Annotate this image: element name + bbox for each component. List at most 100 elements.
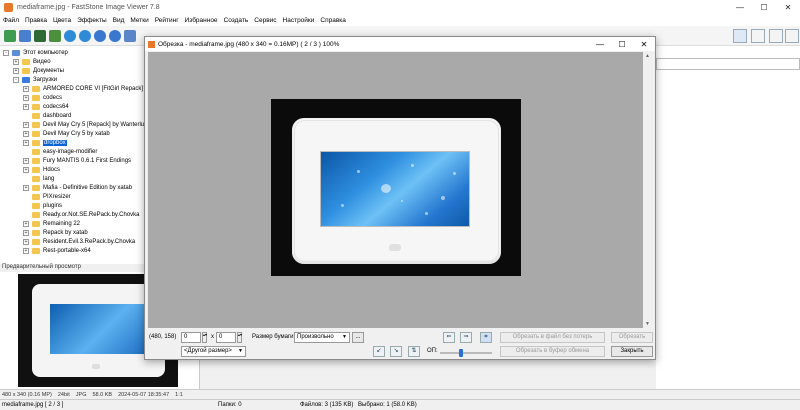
crop-to-clipboard-button[interactable]: Обрезать в буфер обмена bbox=[500, 346, 605, 357]
opacity-slider-handle[interactable] bbox=[458, 349, 463, 357]
tree-item[interactable]: + dropbox bbox=[23, 138, 67, 147]
expand-icon[interactable]: + bbox=[23, 157, 29, 164]
tree-item[interactable]: + Mafia - Definitive Edition by xatab bbox=[23, 183, 132, 192]
other-size-select[interactable]: <Другой размер> ▼ bbox=[181, 346, 246, 357]
tree-item[interactable]: + Hdocs bbox=[23, 165, 60, 174]
tree-item[interactable]: + codecs bbox=[23, 93, 62, 102]
view-preview-icon[interactable] bbox=[785, 29, 799, 43]
rotate-left-icon[interactable]: ⇐ bbox=[443, 332, 455, 343]
open-icon[interactable] bbox=[4, 30, 16, 42]
tree-item[interactable]: PIXresizer bbox=[23, 192, 71, 201]
crop-width-input[interactable]: 0 bbox=[181, 332, 201, 343]
crop-button[interactable]: Обрезать bbox=[611, 332, 653, 343]
dialog-minimize-button[interactable]: — bbox=[589, 37, 611, 51]
crop-image[interactable] bbox=[271, 99, 521, 276]
menu-help[interactable]: Справка bbox=[320, 17, 346, 24]
prev-icon[interactable] bbox=[64, 30, 76, 42]
crop-frame-icon[interactable]: ⌗ bbox=[480, 332, 492, 343]
menu-file[interactable]: Файл bbox=[3, 17, 19, 24]
collapse-icon[interactable]: - bbox=[3, 49, 9, 56]
view-details-icon[interactable] bbox=[751, 29, 765, 43]
close-button[interactable]: ✕ bbox=[776, 0, 800, 14]
tree-item[interactable]: - Этот компьютер bbox=[3, 48, 68, 57]
rotate-right-icon[interactable]: ⇒ bbox=[460, 332, 472, 343]
tree-item[interactable]: plugins bbox=[23, 201, 62, 210]
expand-icon[interactable]: + bbox=[23, 229, 29, 236]
photo-icon[interactable] bbox=[49, 30, 61, 42]
expand-icon[interactable]: + bbox=[23, 130, 29, 137]
menu-edit[interactable]: Правка bbox=[25, 17, 47, 24]
expand-icon[interactable]: + bbox=[23, 247, 29, 254]
paper-size-select[interactable]: Произвольно ▼ bbox=[294, 332, 350, 343]
tree-item[interactable]: + codecs64 bbox=[23, 102, 69, 111]
paper-size-more-button[interactable]: ... bbox=[352, 332, 364, 343]
tree-item[interactable]: lang bbox=[23, 174, 54, 183]
close-dialog-button[interactable]: Закрыть bbox=[611, 346, 653, 357]
expand-icon[interactable] bbox=[23, 212, 29, 218]
file-list-area[interactable] bbox=[656, 46, 800, 389]
expand-icon[interactable]: + bbox=[13, 58, 19, 65]
tree-item[interactable]: + Devil May Cry 5 by xatab bbox=[23, 129, 110, 138]
zoom-out-icon[interactable] bbox=[109, 30, 121, 42]
tree-item[interactable]: + Remaining 22 bbox=[23, 219, 80, 228]
collapse-icon[interactable]: - bbox=[13, 76, 19, 83]
view-list-icon[interactable] bbox=[769, 29, 783, 43]
vertical-scrollbar[interactable]: ▲ ▼ bbox=[643, 52, 653, 328]
folder-tree[interactable]: - Этот компьютер + Видео + Документы - Загрузки… bbox=[0, 46, 145, 264]
tree-item[interactable]: dashboard bbox=[23, 111, 71, 120]
expand-icon[interactable] bbox=[23, 149, 29, 155]
expand-icon[interactable]: + bbox=[23, 121, 29, 128]
menu-settings[interactable]: Настройки bbox=[283, 17, 315, 24]
tree-item[interactable]: + Rest-portable-x64 bbox=[23, 246, 91, 255]
crop-lossless-button[interactable]: Обрезать в файл без потерь bbox=[500, 332, 605, 343]
zoom-in-icon[interactable] bbox=[94, 30, 106, 42]
expand-icon[interactable]: + bbox=[23, 220, 29, 227]
expand-icon[interactable] bbox=[23, 176, 29, 182]
minimize-button[interactable]: — bbox=[728, 0, 752, 14]
tree-item[interactable]: easy-image-modifier bbox=[23, 147, 97, 156]
tree-item[interactable]: + Документы bbox=[13, 66, 64, 75]
tree-item[interactable]: + Repack by xatab bbox=[23, 228, 88, 237]
path-combobox[interactable] bbox=[656, 58, 800, 70]
tree-item[interactable]: + Видео bbox=[13, 57, 51, 66]
expand-icon[interactable] bbox=[23, 194, 29, 200]
menu-rating[interactable]: Рейтинг bbox=[155, 17, 179, 24]
expand-icon[interactable]: + bbox=[23, 166, 29, 173]
crop-height-input[interactable]: 0 bbox=[216, 332, 236, 343]
expand-icon[interactable]: + bbox=[13, 67, 19, 74]
folder-icon[interactable] bbox=[19, 30, 31, 42]
dialog-close-button[interactable]: ✕ bbox=[633, 37, 655, 51]
expand-icon[interactable]: + bbox=[23, 139, 29, 146]
align-left-icon[interactable]: ↙ bbox=[373, 346, 385, 357]
swap-icon[interactable]: ⇅ bbox=[408, 346, 420, 357]
expand-icon[interactable]: + bbox=[23, 85, 29, 92]
menu-tools[interactable]: Сервис bbox=[254, 17, 276, 24]
menu-view[interactable]: Вид bbox=[113, 17, 125, 24]
menu-tags[interactable]: Метки bbox=[130, 17, 148, 24]
tree-item[interactable]: + Devil May Cry 5 [Repack] by Wanterlu bbox=[23, 120, 144, 129]
fit-icon[interactable] bbox=[124, 30, 136, 42]
tree-item[interactable]: + ARMORED CORE VI [FitGirl Repack] bbox=[23, 84, 143, 93]
tree-item[interactable]: + Resident.Evil.3.RePack.by.Chovka bbox=[23, 237, 135, 246]
view-thumbnails-icon[interactable] bbox=[733, 29, 747, 43]
opacity-slider[interactable] bbox=[440, 352, 492, 354]
scroll-down-icon[interactable]: ▼ bbox=[645, 321, 650, 327]
next-icon[interactable] bbox=[79, 30, 91, 42]
image-icon[interactable] bbox=[34, 30, 46, 42]
maximize-button[interactable]: ☐ bbox=[752, 0, 776, 14]
expand-icon[interactable]: + bbox=[23, 103, 29, 110]
height-spinner[interactable]: ▴▾ bbox=[237, 332, 242, 343]
expand-icon[interactable] bbox=[23, 203, 29, 209]
tree-item[interactable]: + Fury MANTIS 0.6.1 First Endings bbox=[23, 156, 131, 165]
scroll-up-icon[interactable]: ▲ bbox=[645, 53, 650, 59]
width-spinner[interactable]: ▴▾ bbox=[202, 332, 207, 343]
menu-create[interactable]: Создать bbox=[224, 17, 249, 24]
menu-effects[interactable]: Эффекты bbox=[77, 17, 107, 24]
expand-icon[interactable]: + bbox=[23, 94, 29, 101]
expand-icon[interactable]: + bbox=[23, 184, 29, 191]
menu-favorites[interactable]: Избранное bbox=[185, 17, 218, 24]
tree-item[interactable]: Ready.or.Not.SE.RePack.by.Chovka bbox=[23, 210, 140, 219]
expand-icon[interactable] bbox=[23, 113, 29, 119]
expand-icon[interactable]: + bbox=[23, 238, 29, 245]
dialog-maximize-button[interactable]: ☐ bbox=[611, 37, 633, 51]
